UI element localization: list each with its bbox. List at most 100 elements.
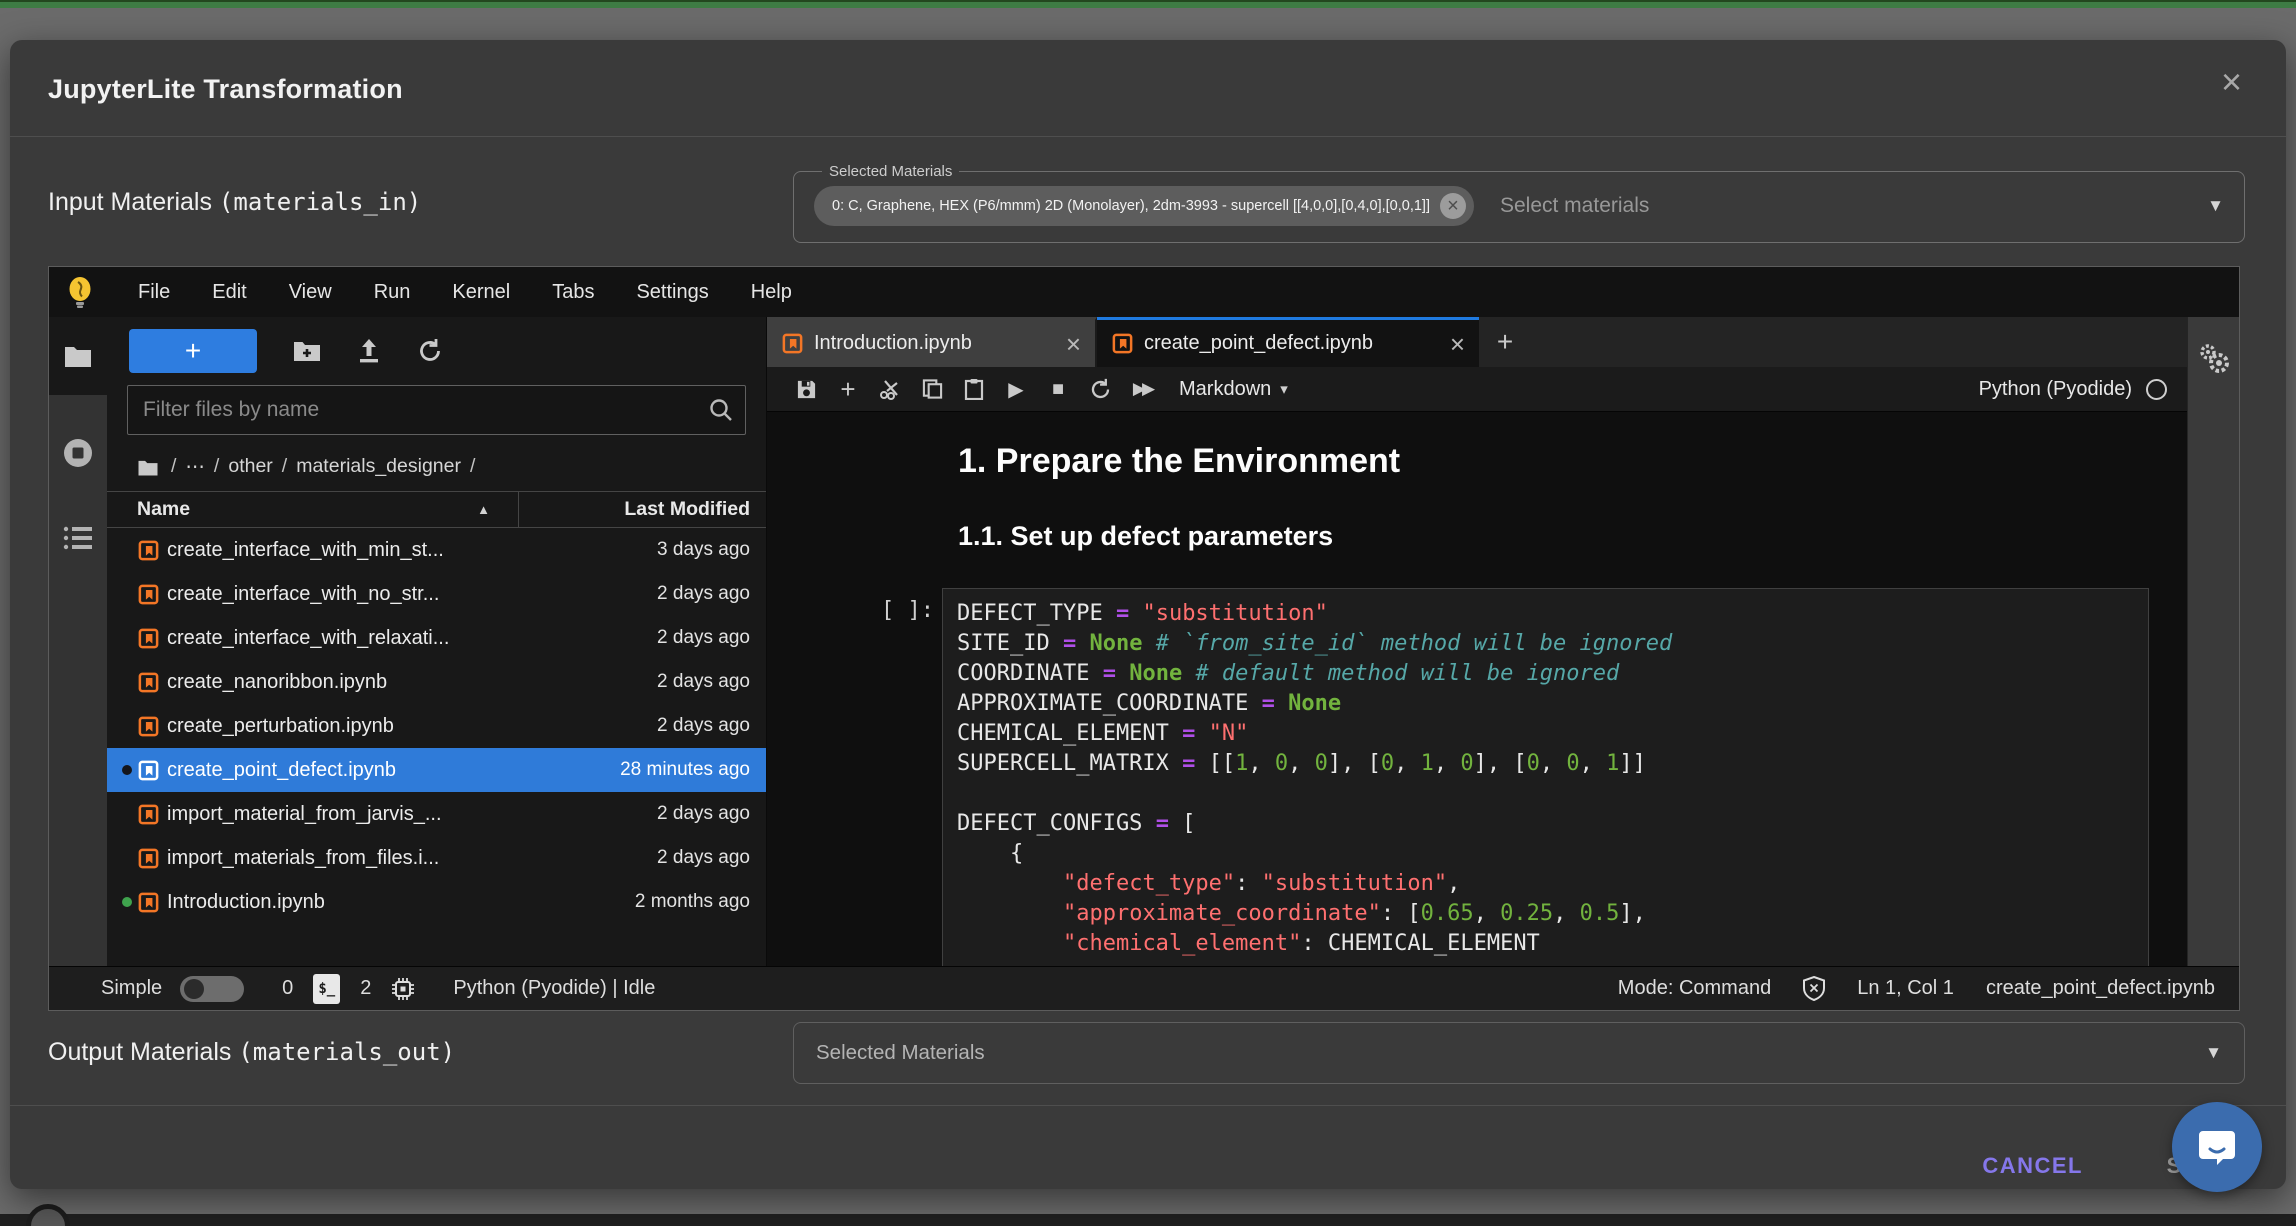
new-folder-icon[interactable] <box>293 339 321 363</box>
property-inspector-gears-icon[interactable] <box>2197 343 2231 966</box>
simple-mode-toggle[interactable] <box>180 976 244 1002</box>
kernel-status-icon[interactable] <box>2146 379 2167 400</box>
save-icon[interactable] <box>785 379 827 400</box>
active-file-name[interactable]: create_point_defect.ipynb <box>1986 977 2215 1000</box>
breadcrumb-separator: / <box>470 455 475 479</box>
chat-widget-button[interactable] <box>2172 1102 2262 1192</box>
cell-type-value: Markdown <box>1179 378 1271 401</box>
kernel-name[interactable]: Python (Pyodide) <box>1979 378 2132 401</box>
file-row[interactable]: create_point_defect.ipynb28 minutes ago <box>107 748 766 792</box>
paste-icon[interactable] <box>953 378 995 400</box>
menu-view[interactable]: View <box>268 281 353 304</box>
cancel-button[interactable]: CANCEL <box>1982 1142 2083 1190</box>
file-row[interactable]: Introduction.ipynb2 months ago <box>107 880 766 924</box>
notebook-icon <box>137 539 167 562</box>
running-kernels-tab[interactable] <box>49 437 107 469</box>
code-cell[interactable]: [ ]: DEFECT_TYPE = "substitution"SITE_ID… <box>872 588 2187 966</box>
breadcrumb-separator: / <box>214 455 219 479</box>
code-line[interactable] <box>957 779 2134 809</box>
table-of-contents-tab[interactable] <box>49 525 107 551</box>
new-tab-icon[interactable]: + <box>1479 317 1531 367</box>
menu-kernel[interactable]: Kernel <box>431 281 531 304</box>
cell-prompt: [ ]: <box>872 588 934 623</box>
breadcrumb-segment[interactable]: materials_designer <box>296 455 461 479</box>
restart-kernel-icon[interactable] <box>1079 378 1121 401</box>
menu-tabs[interactable]: Tabs <box>531 281 615 304</box>
code-line[interactable]: SUPERCELL_MATRIX = [[1, 0, 0], [0, 1, 0]… <box>957 749 2134 779</box>
copy-icon[interactable] <box>911 378 953 400</box>
tab-introduction[interactable]: Introduction.ipynb × <box>767 317 1097 367</box>
sort-asc-icon: ▲ <box>477 502 490 517</box>
menu-run[interactable]: Run <box>353 281 432 304</box>
close-icon[interactable]: × <box>1450 331 1465 357</box>
notebook-icon <box>137 671 167 694</box>
code-line[interactable]: APPROXIMATE_COORDINATE = None <box>957 689 2134 719</box>
menu-file[interactable]: File <box>117 281 191 304</box>
command-mode-indicator[interactable]: Mode: Command <box>1618 977 1771 1000</box>
close-icon[interactable]: × <box>2221 64 2242 100</box>
cursor-position[interactable]: Ln 1, Col 1 <box>1857 977 1954 1000</box>
terminal-count[interactable]: 0 <box>282 977 293 1000</box>
selected-materials-field[interactable]: Selected Materials 0: C, Graphene, HEX (… <box>793 163 2245 243</box>
file-browser-tab[interactable] <box>49 317 107 395</box>
refresh-icon[interactable] <box>417 338 443 364</box>
file-row[interactable]: create_perturbation.ipynb2 days ago <box>107 704 766 748</box>
chip-remove-icon[interactable]: × <box>1440 193 1466 219</box>
chevron-down-icon: ▾ <box>1280 380 1288 398</box>
file-row[interactable]: create_nanoribbon.ipynb2 days ago <box>107 660 766 704</box>
file-list: create_interface_with_min_st...3 days ag… <box>107 528 766 966</box>
code-line[interactable]: CHEMICAL_ELEMENT = "N" <box>957 719 2134 749</box>
code-line[interactable]: { <box>957 839 2134 869</box>
chevron-down-icon[interactable]: ▼ <box>2205 1043 2222 1063</box>
code-line[interactable]: DEFECT_CONFIGS = [ <box>957 809 2134 839</box>
upload-icon[interactable] <box>357 338 381 364</box>
new-launcher-button[interactable]: + <box>129 329 257 373</box>
kernel-count[interactable]: 2 <box>360 977 371 1000</box>
chevron-down-icon[interactable]: ▼ <box>2207 196 2224 216</box>
notebook-icon <box>137 715 167 738</box>
menu-edit[interactable]: Edit <box>191 281 267 304</box>
open-file-indicator-dot <box>117 897 137 907</box>
notebook-toolbar: + ▶ ■ ▶▶ <box>767 367 2187 412</box>
code-line[interactable]: COORDINATE = None # default method will … <box>957 659 2134 689</box>
breadcrumb-segment[interactable]: ⋯ <box>185 455 205 479</box>
terminal-icon[interactable]: $_ <box>313 974 340 1004</box>
column-last-modified[interactable]: Last Modified <box>519 498 766 521</box>
run-all-icon[interactable]: ▶▶ <box>1121 379 1163 399</box>
run-icon[interactable]: ▶ <box>995 377 1037 402</box>
breadcrumb: /⋯/other/materials_designer/ <box>107 435 766 481</box>
file-name: create_perturbation.ipynb <box>167 715 657 738</box>
tab-create-point-defect[interactable]: create_point_defect.ipynb × <box>1097 317 1479 367</box>
stop-icon[interactable]: ■ <box>1037 378 1079 401</box>
cut-icon[interactable] <box>869 378 911 400</box>
file-row[interactable]: import_materials_from_files.i...2 days a… <box>107 836 766 880</box>
simple-mode-label: Simple <box>101 977 162 1000</box>
breadcrumb-segment[interactable]: other <box>228 455 272 479</box>
filter-files-input[interactable] <box>127 385 746 435</box>
code-editor[interactable]: DEFECT_TYPE = "substitution"SITE_ID = No… <box>942 588 2149 966</box>
file-modified: 2 days ago <box>657 627 766 649</box>
code-line[interactable]: DEFECT_TYPE = "substitution" <box>957 599 2134 629</box>
file-row[interactable]: create_interface_with_relaxati...2 days … <box>107 616 766 660</box>
material-chip[interactable]: 0: C, Graphene, HEX (P6/mmm) 2D (Monolay… <box>814 186 1474 226</box>
jupyter-menubar: FileEditViewRunKernelTabsSettingsHelp <box>49 267 2239 317</box>
code-line[interactable]: "approximate_coordinate": [0.65, 0.25, 0… <box>957 899 2134 929</box>
code-line[interactable]: SITE_ID = None # `from_site_id` method w… <box>957 629 2134 659</box>
cell-type-dropdown[interactable]: Markdown ▾ <box>1179 378 1288 401</box>
file-row[interactable]: create_interface_with_min_st...3 days ag… <box>107 528 766 572</box>
kernel-chip-icon[interactable] <box>391 977 415 1001</box>
code-line[interactable]: "chemical_element": CHEMICAL_ELEMENT <box>957 929 2134 959</box>
insert-cell-icon[interactable]: + <box>827 374 869 405</box>
page-bottom-edge <box>0 1214 2296 1226</box>
output-materials-select[interactable]: Selected Materials ▼ <box>793 1022 2245 1084</box>
file-modified: 2 days ago <box>657 847 766 869</box>
trust-shield-icon[interactable] <box>1803 976 1825 1001</box>
code-line[interactable]: "defect_type": "substitution", <box>957 869 2134 899</box>
menu-help[interactable]: Help <box>730 281 813 304</box>
column-name[interactable]: Name ▲ <box>107 492 519 527</box>
menu-settings[interactable]: Settings <box>615 281 729 304</box>
file-row[interactable]: import_material_from_jarvis_...2 days ag… <box>107 792 766 836</box>
close-icon[interactable]: × <box>1066 331 1081 357</box>
kernel-status-text[interactable]: Python (Pyodide) | Idle <box>453 977 655 1000</box>
file-row[interactable]: create_interface_with_no_str...2 days ag… <box>107 572 766 616</box>
